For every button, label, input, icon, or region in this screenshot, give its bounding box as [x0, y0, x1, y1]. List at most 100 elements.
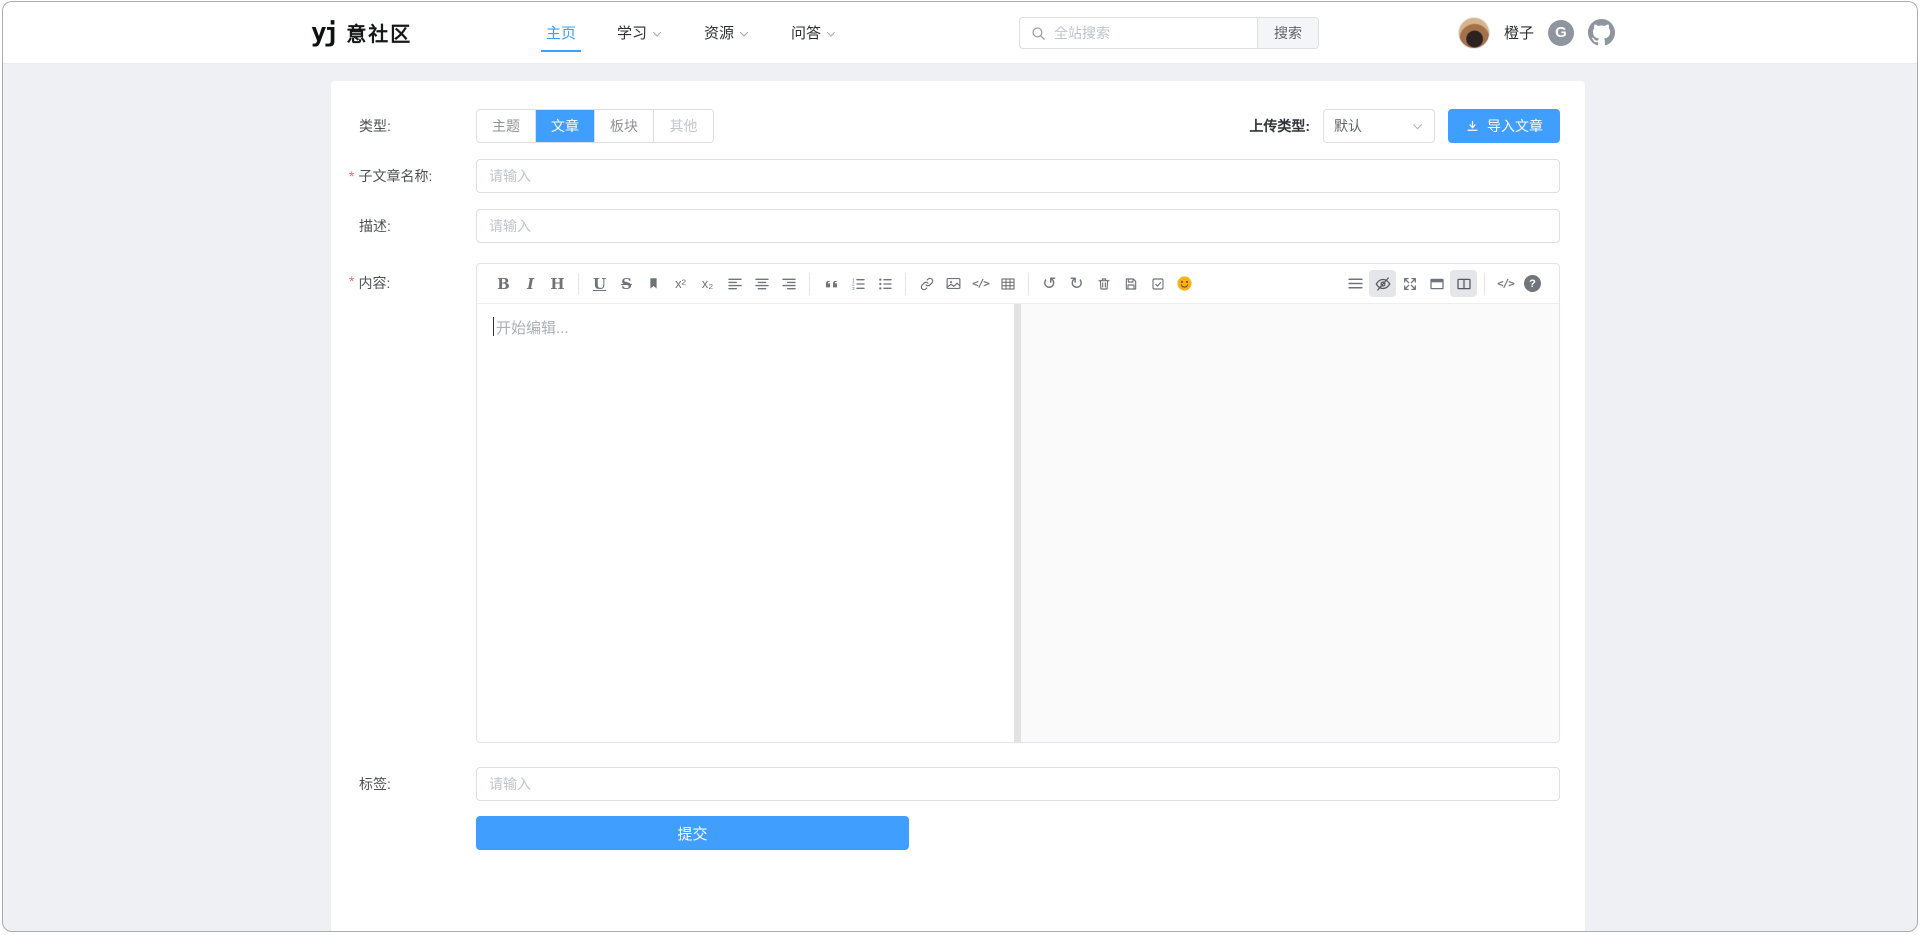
editor-preview-pane — [1021, 304, 1559, 742]
chevron-down-icon — [1411, 120, 1424, 133]
bold-button[interactable]: B — [490, 270, 517, 297]
delete-button[interactable] — [1090, 270, 1117, 297]
content-label: * 内容: — [331, 263, 476, 747]
editor-input-pane[interactable]: 开始编辑... — [477, 304, 1014, 742]
inline-code-button[interactable]: </> — [967, 270, 994, 297]
redo-button[interactable]: ↻ — [1063, 270, 1090, 297]
import-article-label: 导入文章 — [1487, 116, 1543, 136]
toolbar-divider — [1484, 273, 1485, 295]
search-input[interactable] — [1020, 18, 1257, 48]
underline-button[interactable]: U — [586, 270, 613, 297]
field-label: 类型: — [359, 116, 391, 136]
form-card: 类型: 主题 文章 板块 其他 上传类型: 默认 导入文章 — [331, 81, 1585, 932]
tags-input[interactable] — [476, 767, 1560, 801]
browser-window: yj 意社区 主页 学习 资源 问答 搜索 — [2, 1, 1918, 932]
fullscreen-button[interactable] — [1396, 270, 1423, 297]
strikethrough-button[interactable]: S — [613, 270, 640, 297]
preview-only-button[interactable] — [1423, 270, 1450, 297]
undo-button[interactable]: ↺ — [1036, 270, 1063, 297]
header: yj 意社区 主页 学习 资源 问答 搜索 — [3, 2, 1917, 64]
name-row: * 子文章名称: — [331, 159, 1585, 193]
field-label: 标签: — [359, 774, 391, 794]
image-button[interactable] — [940, 270, 967, 297]
nav-label: 主页 — [546, 22, 576, 43]
nav-item-qa[interactable]: 问答 — [791, 2, 837, 63]
toolbar-right-group: </> ? — [1342, 270, 1546, 297]
chevron-down-icon — [738, 28, 750, 40]
field-label: 描述: — [359, 216, 391, 236]
svg-text:3: 3 — [852, 286, 855, 291]
pane-resize-handle[interactable] — [1014, 304, 1021, 742]
description-label: 描述: — [331, 209, 476, 243]
align-left-button[interactable] — [721, 270, 748, 297]
toolbar-divider — [578, 273, 579, 295]
nav-label: 资源 — [704, 22, 734, 43]
chevron-down-icon — [825, 28, 837, 40]
bookmark-button[interactable] — [640, 270, 667, 297]
type-option-other[interactable]: 其他 — [654, 110, 713, 142]
nav-label: 问答 — [791, 22, 821, 43]
editor-placeholder: 开始编辑... — [496, 317, 569, 338]
type-option-article[interactable]: 文章 — [536, 110, 595, 142]
superscript-button[interactable]: x² — [667, 270, 694, 297]
save-button[interactable] — [1117, 270, 1144, 297]
nav-item-home[interactable]: 主页 — [546, 2, 576, 63]
description-row: 描述: — [331, 209, 1585, 243]
unordered-list-button[interactable] — [871, 270, 898, 297]
align-center-button[interactable] — [748, 270, 775, 297]
download-icon — [1465, 119, 1480, 134]
nav-item-study[interactable]: 学习 — [617, 2, 663, 63]
upload-type-label: 上传类型: — [1249, 116, 1310, 136]
table-button[interactable] — [994, 270, 1021, 297]
help-button[interactable]: ? — [1519, 270, 1546, 297]
type-segmented-control: 主题 文章 板块 其他 — [476, 109, 714, 143]
search-button[interactable]: 搜索 — [1257, 18, 1318, 48]
upload-type-value: 默认 — [1334, 116, 1362, 136]
user-area: 橙子 G — [1458, 2, 1615, 63]
nav-item-resources[interactable]: 资源 — [704, 2, 750, 63]
link-button[interactable] — [913, 270, 940, 297]
chevron-down-icon — [651, 28, 663, 40]
description-input[interactable] — [476, 209, 1560, 243]
username[interactable]: 橙子 — [1504, 22, 1534, 43]
type-option-topic[interactable]: 主题 — [477, 110, 536, 142]
question-mark-icon: ? — [1524, 275, 1541, 292]
quote-button[interactable] — [817, 270, 844, 297]
import-article-button[interactable]: 导入文章 — [1448, 109, 1560, 143]
toolbar-divider — [905, 273, 906, 295]
toolbar-divider — [809, 273, 810, 295]
field-label: 子文章名称: — [358, 166, 432, 186]
type-row: 类型: 主题 文章 板块 其他 上传类型: 默认 导入文章 — [331, 109, 1585, 143]
emoji-button[interactable] — [1171, 270, 1198, 297]
nav-label: 学习 — [617, 22, 647, 43]
editor-toolbar: B I H U S x² x₂ 123 — [477, 264, 1559, 304]
site-logo-icon: yj — [311, 20, 336, 46]
sub-article-name-input[interactable] — [476, 159, 1560, 193]
italic-button[interactable]: I — [517, 270, 544, 297]
preview-toggle-button[interactable] — [1369, 270, 1396, 297]
tags-label: 标签: — [331, 767, 476, 801]
main-content: 类型: 主题 文章 板块 其他 上传类型: 默认 导入文章 — [3, 81, 1917, 932]
site-search: 搜索 — [1019, 17, 1319, 49]
check-document-button[interactable] — [1144, 270, 1171, 297]
outline-menu-button[interactable] — [1342, 270, 1369, 297]
source-code-button[interactable]: </> — [1492, 270, 1519, 297]
gitee-icon[interactable]: G — [1548, 20, 1574, 46]
type-option-board[interactable]: 板块 — [595, 110, 654, 142]
required-asterisk: * — [349, 273, 354, 289]
avatar[interactable] — [1458, 17, 1490, 49]
heading-button[interactable]: H — [544, 270, 571, 297]
subscript-button[interactable]: x₂ — [694, 270, 721, 297]
align-right-button[interactable] — [775, 270, 802, 297]
type-label: 类型: — [331, 109, 476, 143]
github-icon[interactable] — [1588, 19, 1615, 46]
text-cursor — [493, 317, 494, 336]
site-title: 意社区 — [346, 18, 412, 47]
ordered-list-button[interactable]: 123 — [844, 270, 871, 297]
content-row: * 内容: B I H U S x² x₂ — [331, 263, 1585, 747]
brand[interactable]: yj 意社区 — [311, 2, 412, 63]
upload-cluster: 上传类型: 默认 导入文章 — [1249, 109, 1585, 143]
upload-type-select[interactable]: 默认 — [1323, 109, 1435, 143]
split-view-button[interactable] — [1450, 270, 1477, 297]
submit-button[interactable]: 提交 — [476, 816, 909, 850]
